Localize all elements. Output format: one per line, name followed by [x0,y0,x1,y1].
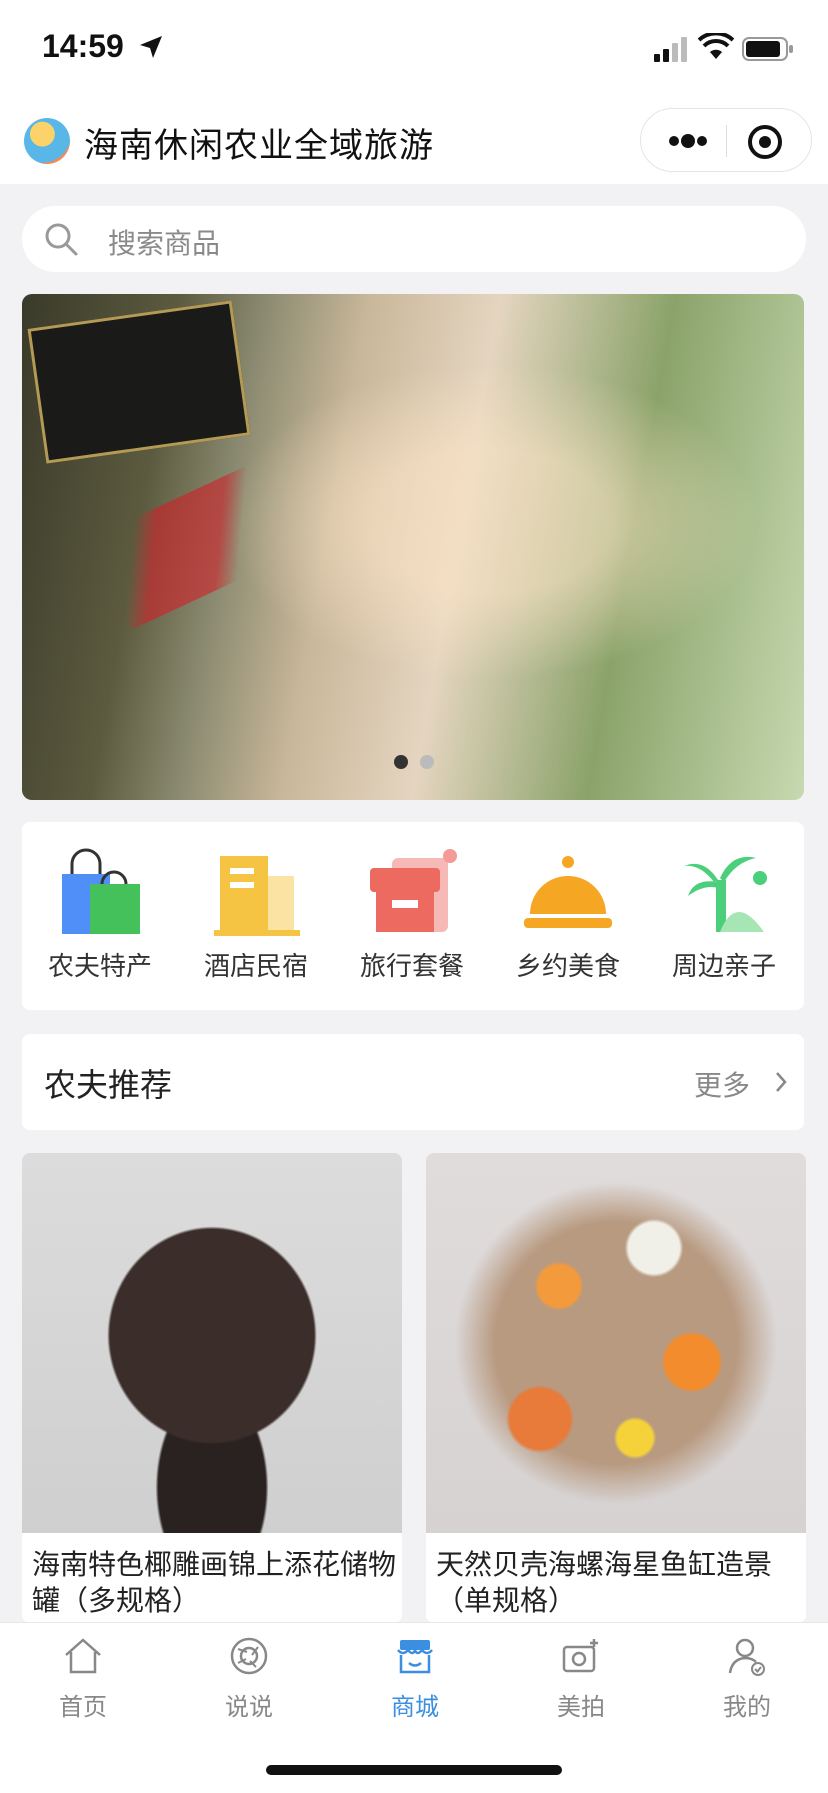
tab-label: 首页 [59,1693,107,1721]
product-card[interactable]: 天然贝壳海螺海星鱼缸造景（单规格） [426,1153,806,1623]
farmer-recommend-header: 农夫推荐 更多 [22,1034,804,1130]
capsule-divider [726,125,727,157]
location-arrow-icon [140,36,162,58]
mini-program-title-bar: 海南休闲农业全域旅游 [0,100,828,184]
wifi-icon [698,33,734,59]
category-grid: 农夫特产 酒店民宿 旅行套餐 乡约美食 周边亲子 [22,822,804,1010]
category-label: 酒店民宿 [203,952,308,982]
profile-icon [728,1638,765,1676]
store-icon [397,1640,433,1674]
tab-moments[interactable]: 说说 [166,1635,332,1725]
search-input[interactable]: 搜索商品 [108,222,220,262]
product-name: 海南特色椰雕画锦上添花储物罐（多规格） [32,1548,397,1617]
home-indicator [266,1765,562,1775]
category-label: 乡约美食 [515,952,620,982]
page-title: 海南休闲农业全域旅游 [84,126,434,166]
category-travel-package[interactable]: 旅行套餐 [334,822,490,1010]
palm-tree-icon [684,856,767,932]
carousel-dot[interactable] [420,755,434,769]
food-cloche-icon [524,856,612,928]
status-time: 14:59 [42,28,124,64]
more-icon[interactable] [663,123,713,159]
category-rural-food[interactable]: 乡约美食 [490,822,646,1010]
tab-store[interactable]: 商城 [332,1635,498,1725]
product-name: 天然贝壳海螺海星鱼缸造景（单规格） [436,1548,773,1617]
search-bar[interactable]: 搜索商品 [22,206,806,272]
banner-photo-sign [27,300,251,464]
category-farmer-specialty[interactable]: 农夫特产 [22,822,178,1010]
section-title: 农夫推荐 [44,1066,173,1104]
carousel-dot-active[interactable] [394,755,408,769]
product-card[interactable]: 海南特色椰雕画锦上添花储物罐（多规格） [22,1153,402,1623]
product-image[interactable] [22,1153,402,1533]
banner-carousel[interactable] [22,294,804,800]
tab-label: 美拍 [557,1693,605,1721]
home-icon [65,1638,101,1674]
close-mini-program-icon[interactable] [745,122,785,162]
status-bar: 14:59 [0,0,828,100]
tab-home[interactable]: 首页 [0,1635,166,1725]
category-hotel[interactable]: 酒店民宿 [178,822,334,1010]
chevron-right-icon[interactable] [774,1070,788,1094]
product-image[interactable] [426,1153,806,1533]
signal-icon [654,37,687,62]
banner-photo-detail [89,458,305,630]
more-link[interactable]: 更多 [694,1064,750,1104]
hotel-icon [214,856,300,936]
tab-profile[interactable]: 我的 [664,1635,828,1725]
shop-icon [370,849,457,932]
category-label: 周边亲子 [671,952,776,982]
moments-icon [230,1637,268,1675]
battery-icon [742,37,793,61]
app-logo [24,118,70,164]
search-icon [45,223,78,256]
category-family-nearby[interactable]: 周边亲子 [646,822,802,1010]
carousel-indicator [394,754,446,773]
capsule-menu [640,108,812,172]
category-label: 农夫特产 [47,952,152,982]
camera-icon [562,1639,598,1673]
category-label: 旅行套餐 [359,952,464,982]
tab-label: 我的 [723,1693,771,1721]
tab-label: 说说 [225,1693,273,1721]
tab-label: 商城 [391,1693,439,1721]
shopping-bag-icon [62,848,140,934]
tab-camera[interactable]: 美拍 [498,1635,664,1725]
